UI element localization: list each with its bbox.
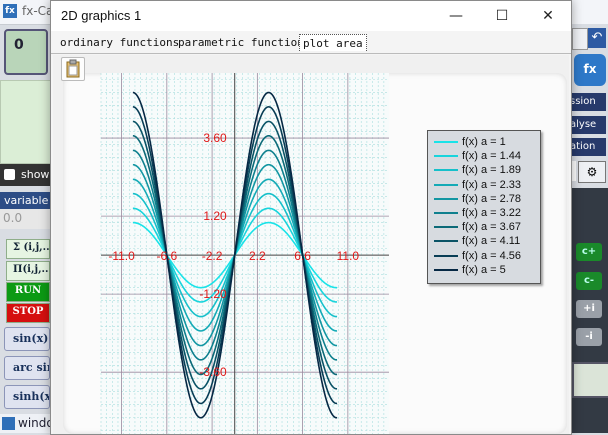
legend-entry-7: f(x) a = 3.67 <box>434 221 521 235</box>
maximize-button[interactable]: ☐ <box>479 1 525 31</box>
background-app-title: fx-Ca <box>22 4 54 18</box>
legend-label-2: f(x) a = 1.44 <box>462 150 522 163</box>
tab-plot-area[interactable]: plot area <box>299 34 367 51</box>
legend-entry-8: f(x) a = 4.11 <box>434 235 520 249</box>
taskbar-window-label: windo <box>18 416 54 430</box>
legend-swatch-3 <box>434 169 458 172</box>
x-tick-label-2: -2.2 <box>202 249 223 263</box>
legend-swatch-5 <box>434 197 458 200</box>
legend-swatch-2 <box>434 155 458 158</box>
legend-entry-2: f(x) a = 1.44 <box>434 150 521 164</box>
mini-screen <box>572 362 608 398</box>
legend-label-7: f(x) a = 3.67 <box>462 221 522 234</box>
x-tick-label-5: 11.0 <box>337 249 360 263</box>
tab-ordinary-functions[interactable]: ordinary functions <box>57 34 182 51</box>
y-tick-label-0: 3.60 <box>203 131 227 145</box>
sin-button[interactable]: sin(x) <box>4 327 50 351</box>
show-checkbox-row[interactable]: show <box>0 164 50 186</box>
legend-swatch-4 <box>434 183 458 186</box>
arcsin-button[interactable]: arc sin( <box>4 356 50 380</box>
calculator-display: 0 <box>4 29 48 75</box>
c-plus-button[interactable]: c+ <box>576 243 602 261</box>
stop-button[interactable]: STOP <box>6 303 50 323</box>
tab-parametric-function[interactable]: parametric function <box>175 34 307 51</box>
plot-panel: -11.0 -6.6 -2.2 2.2 6.6 11.0 3.60 1.20 -1.20 -3.6… <box>53 55 569 434</box>
legend-label-6: f(x) a = 3.22 <box>462 207 522 219</box>
legend-entry-5: f(x) a = 2.78 <box>434 193 521 207</box>
small-field[interactable] <box>572 28 588 50</box>
legend-label-1: f(x) a = 1 <box>462 136 506 148</box>
x-tick-label-1: -6.6 <box>156 249 177 263</box>
legend-entry-10: f(x) a = 5 <box>434 264 506 278</box>
legend: f(x) a = 1 f(x) a = 1.44 f(x) a = 1.89 f(x)… <box>427 130 541 284</box>
legend-label-10: f(x) a = 5 <box>462 263 506 276</box>
sum-button[interactable]: Σ (i,j,... <box>6 239 50 259</box>
legend-swatch-7 <box>434 226 458 229</box>
tab-bar: ordinary functions parametric function p… <box>51 31 571 54</box>
x-tick-label-3: 2.2 <box>249 249 266 263</box>
taskbar-window-item[interactable]: windo <box>0 414 54 433</box>
sinh-button[interactable]: sinh(x <box>4 385 50 409</box>
show-label: show <box>21 168 50 181</box>
app-logo-icon: fx <box>3 4 17 18</box>
legend-swatch-6 <box>434 212 458 215</box>
gear-icon[interactable]: ⚙ <box>578 161 606 183</box>
legend-swatch-10 <box>434 268 458 271</box>
legend-entry-4: f(x) a = 2.33 <box>434 179 521 193</box>
close-button[interactable]: ✕ <box>525 1 571 31</box>
legend-label-8: f(x) a = 4.11 <box>462 235 521 248</box>
legend-label-9: f(x) a = 4.56 <box>462 249 522 262</box>
y-tick-label-2: -1.20 <box>199 287 227 301</box>
legend-entry-3: f(x) a = 1.89 <box>434 164 521 178</box>
dialog-title: 2D graphics 1 <box>61 8 142 23</box>
legend-entry-1: f(x) a = 1 <box>434 136 506 150</box>
minimize-button[interactable]: — <box>433 1 479 31</box>
y-tick-label-1: 1.20 <box>203 209 227 223</box>
run-button[interactable]: RUN <box>6 282 50 302</box>
minus-i-button[interactable]: -i <box>576 328 602 346</box>
legend-entry-9: f(x) a = 4.56 <box>434 250 521 264</box>
c-minus-button[interactable]: c- <box>576 272 602 290</box>
variable-header: variable <box>0 192 50 209</box>
window-icon <box>2 417 15 430</box>
show-checkbox[interactable] <box>4 169 15 180</box>
y-tick-label-3: -3.60 <box>199 365 227 379</box>
legend-swatch-9 <box>434 254 458 257</box>
legend-label-3: f(x) a = 1.89 <box>462 164 522 177</box>
session-button[interactable]: ssion <box>570 93 606 111</box>
variable-value: 0.0 <box>0 209 50 229</box>
legend-swatch-1 <box>434 141 458 144</box>
legend-entry-6: f(x) a = 3.22 <box>434 207 521 221</box>
dialog-title-bar: 2D graphics 1 — ☐ ✕ <box>51 1 571 31</box>
analyse-button[interactable]: alyse <box>570 116 606 134</box>
x-tick-label-4: 6.6 <box>294 249 311 263</box>
undo-icon[interactable]: ↶ <box>588 28 606 48</box>
x-tick-label-0: -11.0 <box>108 249 135 263</box>
legend-swatch-8 <box>434 240 458 243</box>
graphics-dialog: 2D graphics 1 — ☐ ✕ ordinary functions p… <box>50 0 572 435</box>
legend-label-5: f(x) a = 2.78 <box>462 192 522 205</box>
product-button[interactable]: Π(i,j,... <box>6 261 50 281</box>
calculation-button[interactable]: ation <box>570 138 606 156</box>
plus-i-button[interactable]: +i <box>576 300 602 318</box>
input-area[interactable] <box>0 80 52 164</box>
fx-logo-icon: fx <box>574 54 606 86</box>
legend-label-4: f(x) a = 2.33 <box>462 178 522 191</box>
